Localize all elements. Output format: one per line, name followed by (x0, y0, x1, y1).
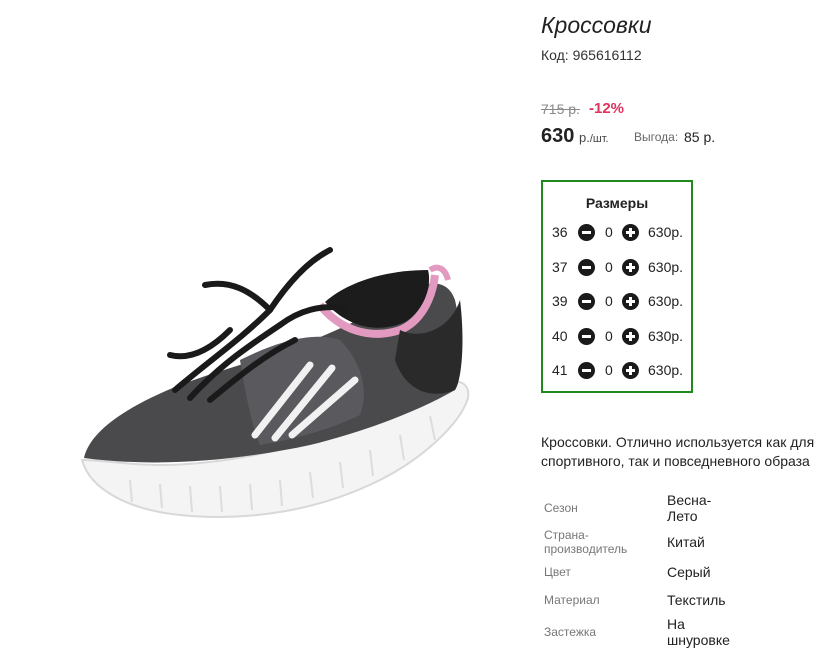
sizes-title: Размеры (585, 195, 649, 211)
size-quantity: 0 (605, 362, 613, 378)
size-quantity: 0 (605, 328, 613, 344)
product-title: Кроссовки (541, 12, 652, 38)
old-price: 715 р. (541, 101, 580, 117)
size-row-37: 37 0 630р. (543, 256, 691, 278)
size-label: 36 (552, 224, 568, 240)
size-price: 630р. (648, 362, 684, 378)
spec-label-fastener: Застежка (544, 625, 597, 639)
product-code: Код: 965616112 (541, 47, 642, 63)
spec-label-season: Сезон (544, 501, 578, 515)
product-description: Кроссовки. Отлично используется как для … (541, 434, 815, 469)
spec-value-material: Текстиль (667, 592, 726, 608)
size-row-41: 41 0 630р. (543, 359, 691, 381)
spec-value-fastener: На шнуровке (667, 616, 730, 648)
minus-icon[interactable] (578, 328, 595, 345)
discount-badge: -12% (589, 100, 625, 117)
size-quantity: 0 (605, 293, 613, 309)
minus-icon[interactable] (578, 224, 595, 241)
size-label: 39 (552, 293, 568, 309)
size-price: 630р. (648, 328, 684, 344)
size-row-36: 36 0 630р. (543, 221, 691, 243)
minus-icon[interactable] (578, 293, 595, 310)
price-per-unit: /шт. (589, 133, 609, 145)
plus-icon[interactable] (622, 362, 639, 379)
plus-icon[interactable] (622, 259, 639, 276)
size-label: 41 (552, 362, 568, 378)
size-price: 630р. (648, 293, 684, 309)
size-label: 40 (552, 328, 568, 344)
size-price: 630р. (648, 224, 684, 240)
size-price: 630р. (648, 259, 684, 275)
savings-label: Выгода: (634, 130, 679, 144)
spec-label-material: Материал (544, 593, 600, 607)
plus-icon[interactable] (622, 293, 639, 310)
size-row-39: 39 0 630р. (543, 290, 691, 312)
price-currency: р. (579, 130, 590, 145)
spec-label-country: Страна- производитель (544, 528, 628, 556)
size-label: 37 (552, 259, 568, 275)
spec-label-color: Цвет (544, 565, 571, 579)
size-row-40: 40 0 630р. (543, 325, 691, 347)
current-price: 630 (541, 125, 575, 147)
size-quantity: 0 (605, 259, 613, 275)
price-unit: р./шт. (579, 130, 609, 145)
minus-icon[interactable] (578, 362, 595, 379)
sizes-panel: Размеры 36 0 630р. 37 0 630р. 39 0 630р.… (541, 180, 693, 393)
savings-value: 85 р. (684, 129, 716, 145)
product-image[interactable] (70, 240, 480, 540)
size-quantity: 0 (605, 224, 613, 240)
plus-icon[interactable] (622, 328, 639, 345)
spec-value-season: Весна- Лето (667, 492, 712, 524)
spec-value-country: Китай (667, 534, 705, 550)
minus-icon[interactable] (578, 259, 595, 276)
spec-value-color: Серый (667, 564, 711, 580)
plus-icon[interactable] (622, 224, 639, 241)
sneaker-image (80, 247, 470, 518)
